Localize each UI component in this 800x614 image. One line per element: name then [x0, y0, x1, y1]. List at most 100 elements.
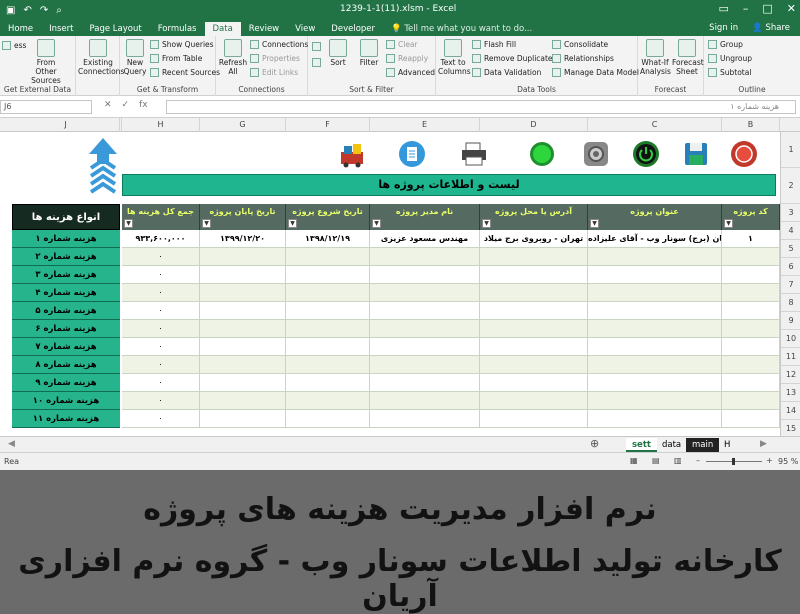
column-header-f[interactable]: F	[286, 118, 370, 132]
table-cell[interactable]	[286, 374, 370, 392]
zoom-out-icon[interactable]: –	[696, 456, 700, 465]
table-cell[interactable]	[588, 266, 722, 284]
clear-button[interactable]: Clear	[386, 40, 418, 49]
normal-view-icon[interactable]: ▦	[630, 456, 638, 465]
row-header[interactable]: 11	[781, 348, 800, 366]
cost-type-item[interactable]: هزینه شماره ۵	[12, 302, 120, 320]
cancel-icon[interactable]: ✕	[104, 100, 112, 110]
tab-home[interactable]: Home	[0, 22, 41, 36]
cost-type-item[interactable]: هزینه شماره ۱	[12, 230, 120, 248]
table-cell[interactable]	[588, 410, 722, 428]
tell-me-box[interactable]: 💡 Tell me what you want to do...	[383, 22, 540, 36]
cost-type-item[interactable]: هزینه شماره ۴	[12, 284, 120, 302]
column-header-h[interactable]: H	[122, 118, 200, 132]
show-queries-button[interactable]: Show Queries	[150, 40, 214, 49]
recent-sources-button[interactable]: Recent Sources	[150, 68, 220, 77]
sign-in-link[interactable]: Sign in	[709, 23, 738, 33]
table-cell[interactable]	[200, 248, 286, 266]
cost-type-item[interactable]: هزینه شماره ۱۱	[12, 410, 120, 428]
add-sheet-icon[interactable]: ⊕	[590, 437, 599, 450]
table-cell[interactable]: ۰	[122, 320, 200, 338]
cell-manager[interactable]: مهندس مسعود عزیزی	[370, 230, 480, 248]
header-start-date[interactable]: تاریخ شروع پروژه ▼	[286, 204, 370, 230]
exit-icon[interactable]	[730, 140, 758, 168]
tab-page-layout[interactable]: Page Layout	[82, 22, 150, 36]
header-manager[interactable]: نام مدیر پروژه ▼	[370, 204, 480, 230]
sheet-tab-data[interactable]: data	[656, 438, 687, 452]
tab-insert[interactable]: Insert	[41, 22, 81, 36]
tab-developer[interactable]: Developer	[323, 22, 383, 36]
row-header[interactable]: 1	[781, 132, 800, 168]
table-cell[interactable]	[200, 410, 286, 428]
zoom-slider-thumb[interactable]	[732, 458, 735, 465]
refresh-all-button[interactable]: Refresh All	[218, 39, 248, 76]
table-cell[interactable]	[588, 302, 722, 320]
table-cell[interactable]	[722, 284, 780, 302]
table-cell[interactable]	[588, 338, 722, 356]
table-cell[interactable]	[200, 266, 286, 284]
cell-end-date[interactable]: ۱۳۹۹/۱۲/۲۰	[200, 230, 286, 248]
worksheet[interactable]: لیست و اطلاعات پروژه ها انواع هزینه ها ه…	[0, 132, 780, 436]
table-cell[interactable]	[286, 338, 370, 356]
table-cell[interactable]	[286, 410, 370, 428]
from-other-sources-button[interactable]: From Other Sources	[26, 39, 66, 85]
table-cell[interactable]	[286, 284, 370, 302]
filter-dropdown-icon[interactable]: ▼	[124, 219, 133, 228]
row-header[interactable]: 13	[781, 384, 800, 402]
table-cell[interactable]	[200, 374, 286, 392]
row-header[interactable]: 2	[781, 168, 800, 204]
table-cell[interactable]: ۰	[122, 284, 200, 302]
filter-button[interactable]: Filter	[356, 39, 382, 67]
row-header[interactable]: 10	[781, 330, 800, 348]
save-disk-icon[interactable]	[682, 140, 710, 168]
table-cell[interactable]	[480, 338, 588, 356]
table-cell[interactable]: ۰	[122, 248, 200, 266]
filter-dropdown-icon[interactable]: ▼	[590, 219, 599, 228]
column-header-d[interactable]: D	[480, 118, 588, 132]
table-cell[interactable]: ۰	[122, 338, 200, 356]
zoom-level[interactable]: 95 %	[778, 457, 798, 466]
table-cell[interactable]	[722, 302, 780, 320]
cost-type-item[interactable]: هزینه شماره ۹	[12, 374, 120, 392]
forecast-sheet-button[interactable]: Forecast Sheet	[672, 39, 704, 76]
minimize-icon[interactable]: –	[743, 2, 749, 15]
column-header-j[interactable]: J	[12, 118, 120, 132]
header-end-date[interactable]: تاریخ پایان پروژه ▼	[200, 204, 286, 230]
text-to-columns-button[interactable]: Text to Columns	[438, 39, 471, 76]
arrow-up-icon[interactable]	[88, 136, 118, 194]
table-cell[interactable]	[370, 266, 480, 284]
tab-review[interactable]: Review	[241, 22, 287, 36]
table-cell[interactable]	[588, 284, 722, 302]
tab-formulas[interactable]: Formulas	[150, 22, 205, 36]
redo-icon[interactable]: ↷	[40, 5, 48, 16]
header-project-code[interactable]: کد پروژه ▼	[722, 204, 780, 230]
column-header-e[interactable]: E	[370, 118, 480, 132]
share-button[interactable]: 👤 Share	[752, 23, 790, 33]
from-table-button[interactable]: From Table	[150, 54, 202, 63]
row-header[interactable]: 8	[781, 294, 800, 312]
table-cell[interactable]	[286, 302, 370, 320]
row-header[interactable]: 3	[781, 204, 800, 222]
cost-type-item[interactable]: هزینه شماره ۳	[12, 266, 120, 284]
table-cell[interactable]	[370, 356, 480, 374]
table-cell[interactable]	[722, 248, 780, 266]
table-cell[interactable]	[588, 320, 722, 338]
table-cell[interactable]	[722, 392, 780, 410]
scroll-left-icon[interactable]: ◀	[8, 439, 15, 449]
table-cell[interactable]	[480, 320, 588, 338]
advanced-button[interactable]: Advanced	[386, 68, 435, 77]
table-cell[interactable]	[588, 392, 722, 410]
properties-button[interactable]: Properties	[250, 54, 300, 63]
row-header[interactable]: 7	[781, 276, 800, 294]
cell-total-cost[interactable]: ۹۳۳,۶۰۰,۰۰۰	[122, 230, 200, 248]
page-layout-view-icon[interactable]: ▤	[652, 456, 660, 465]
save-icon[interactable]: ▣	[6, 5, 15, 16]
table-cell[interactable]	[286, 320, 370, 338]
edit-links-button[interactable]: Edit Links	[250, 68, 298, 77]
table-cell[interactable]	[480, 266, 588, 284]
relationships-button[interactable]: Relationships	[552, 54, 614, 63]
consolidate-button[interactable]: Consolidate	[552, 40, 608, 49]
remove-duplicates-button[interactable]: Remove Duplicates	[472, 54, 556, 63]
table-cell[interactable]	[480, 248, 588, 266]
table-cell[interactable]	[200, 284, 286, 302]
